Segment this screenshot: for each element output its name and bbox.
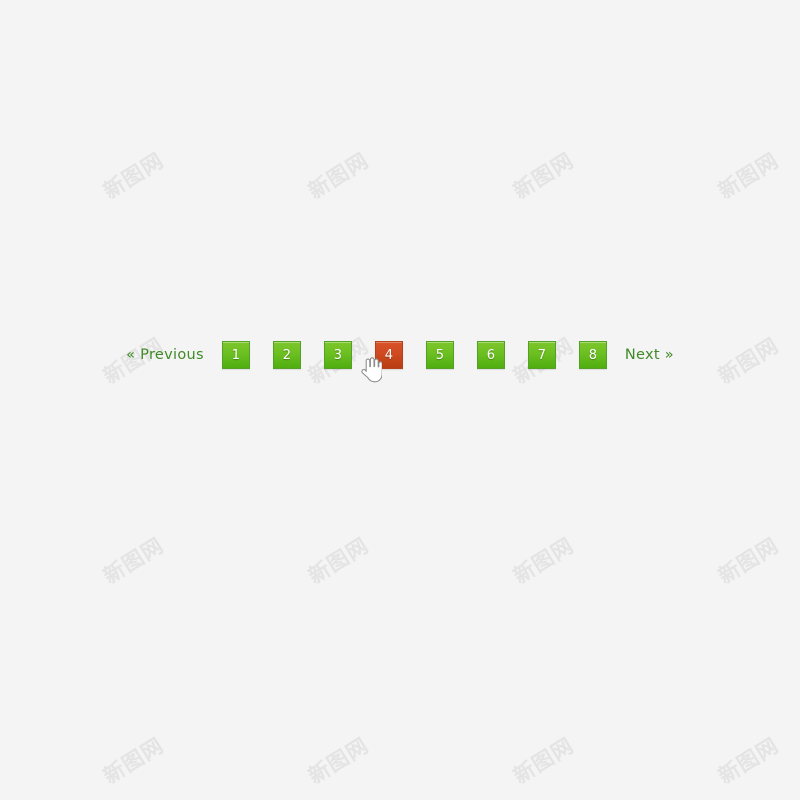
page-button-label: 1 — [231, 347, 240, 363]
page-button-2[interactable]: 2 — [272, 341, 301, 369]
page-button-label: 8 — [588, 347, 597, 363]
page-button-6[interactable]: 6 — [476, 341, 505, 369]
watermark-text: 新图网 — [304, 533, 373, 589]
page-button-1[interactable]: 1 — [221, 341, 250, 369]
watermark-text: 新图网 — [304, 733, 373, 789]
watermark-text: 新图网 — [509, 148, 578, 204]
page-button-5[interactable]: 5 — [425, 341, 454, 369]
page-number-list: 1 2 3 4 5 6 7 8 — [221, 341, 607, 369]
page-button-label: 3 — [333, 347, 342, 363]
watermark-text: 新图网 — [714, 148, 783, 204]
pagination-bar: « Previous 1 2 3 4 5 6 7 8 Next » — [0, 337, 800, 373]
page-button-label: 6 — [486, 347, 495, 363]
watermark-text: 新图网 — [509, 733, 578, 789]
watermark-text: 新图网 — [99, 533, 168, 589]
page-button-4[interactable]: 4 — [374, 341, 403, 369]
watermark-text: 新图网 — [99, 148, 168, 204]
previous-page-link[interactable]: « Previous — [126, 337, 204, 373]
page-button-7[interactable]: 7 — [527, 341, 556, 369]
pagination-inner: « Previous 1 2 3 4 5 6 7 8 Next » — [126, 337, 674, 373]
watermark-text: 新图网 — [304, 148, 373, 204]
page-button-label: 2 — [282, 347, 291, 363]
watermark-text: 新图网 — [714, 733, 783, 789]
page-button-3[interactable]: 3 — [323, 341, 352, 369]
watermark-text: 新图网 — [99, 733, 168, 789]
watermark-text: 新图网 — [509, 533, 578, 589]
page-button-8[interactable]: 8 — [578, 341, 607, 369]
watermark-layer: 新图网 新图网 新图网 新图网 新图网 新图网 新图网 新图网 新图网 新图网 新图网 新图网 新图网新… — [0, 0, 800, 800]
page-button-label: 4 — [384, 347, 393, 363]
page-button-label: 7 — [537, 347, 546, 363]
page-button-label: 5 — [435, 347, 444, 363]
next-page-link[interactable]: Next » — [625, 337, 674, 373]
watermark-text: 新图网 — [714, 533, 783, 589]
